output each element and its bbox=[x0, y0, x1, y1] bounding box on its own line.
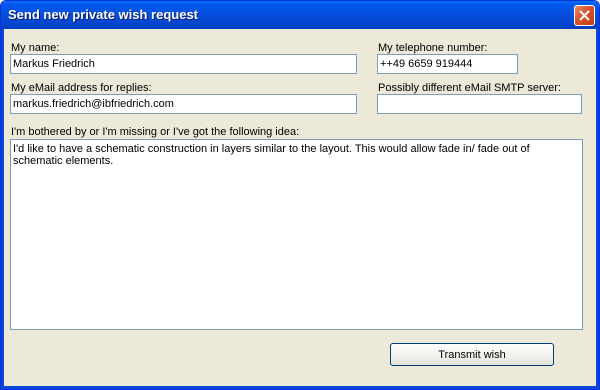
email-field[interactable] bbox=[10, 94, 357, 114]
close-button[interactable] bbox=[574, 5, 595, 26]
smtp-server-label: Possibly different eMail SMTP server: bbox=[378, 82, 561, 94]
name-field[interactable] bbox=[10, 54, 357, 74]
phone-field[interactable] bbox=[377, 54, 518, 74]
phone-label: My telephone number: bbox=[378, 42, 488, 54]
title-bar[interactable]: Send new private wish request bbox=[1, 1, 599, 29]
close-icon bbox=[579, 10, 590, 21]
window-frame-bottom bbox=[1, 386, 599, 389]
email-label: My eMail address for replies: bbox=[11, 82, 152, 94]
idea-label: I'm bothered by or I'm missing or I've g… bbox=[11, 126, 300, 138]
window-frame-right bbox=[596, 29, 599, 389]
window-title: Send new private wish request bbox=[8, 7, 198, 22]
wish-request-dialog: Send new private wish request My name: M… bbox=[0, 0, 600, 390]
window-frame-left bbox=[1, 29, 4, 389]
name-label: My name: bbox=[11, 42, 60, 54]
transmit-wish-button[interactable]: Transmit wish bbox=[390, 343, 554, 366]
smtp-server-field[interactable] bbox=[377, 94, 582, 114]
idea-textarea[interactable]: I'd like to have a schematic constructio… bbox=[10, 139, 583, 330]
